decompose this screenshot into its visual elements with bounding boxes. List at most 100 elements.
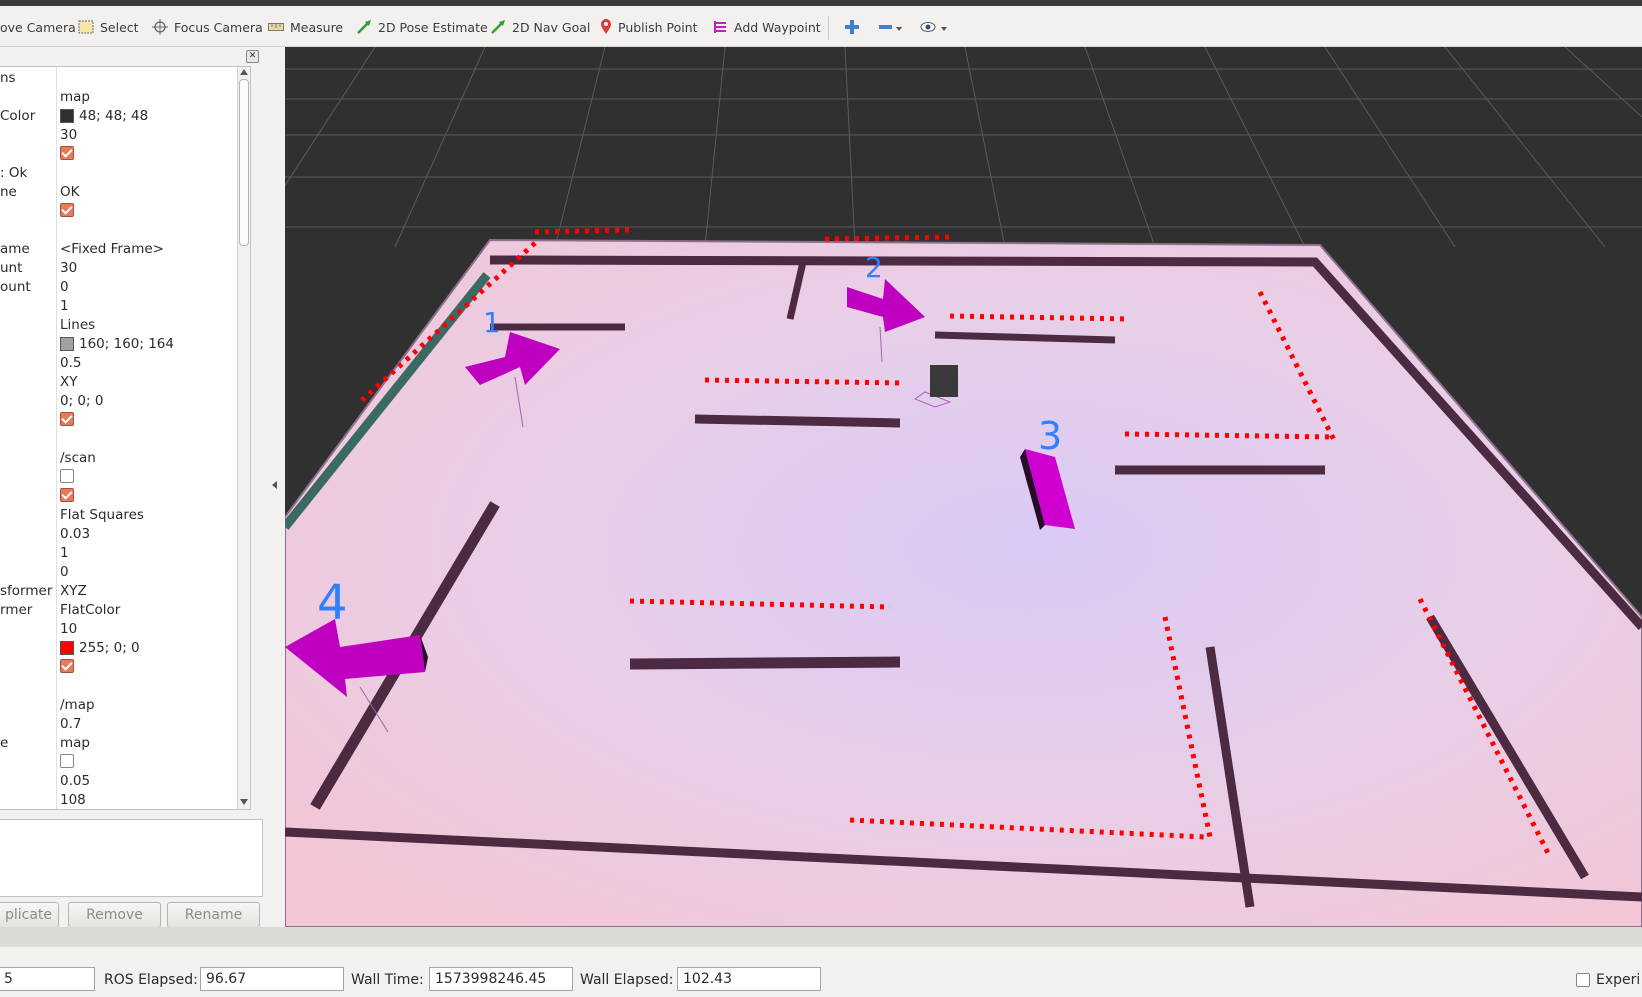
tool-select[interactable]: Select <box>78 17 139 37</box>
scroll-down-icon[interactable] <box>240 799 248 805</box>
property-row[interactable]: /map <box>0 696 250 715</box>
property-value[interactable]: 160; 160; 164 <box>60 336 174 352</box>
property-row[interactable]: Flat Squares <box>0 506 250 525</box>
add-tool-plus-icon[interactable] <box>845 20 859 34</box>
property-row[interactable]: 0 <box>0 563 250 582</box>
collapse-arrow-icon[interactable] <box>272 481 277 489</box>
property-row[interactable] <box>0 430 250 449</box>
property-value[interactable] <box>60 412 74 426</box>
property-value[interactable] <box>60 754 74 768</box>
remove-button[interactable]: Remove <box>68 902 161 928</box>
property-value[interactable]: 1 <box>60 298 69 314</box>
property-checkbox[interactable] <box>60 146 74 160</box>
property-checkbox[interactable] <box>60 469 74 483</box>
tool-publish-point[interactable]: Publish Point <box>600 17 698 37</box>
scrollbar-thumb[interactable] <box>239 79 249 246</box>
property-row[interactable]: Lines <box>0 316 250 335</box>
property-value[interactable]: 10 <box>60 621 77 637</box>
property-row[interactable]: map <box>0 88 250 107</box>
property-row[interactable]: 255; 0; 0 <box>0 639 250 658</box>
tool-add-waypoint[interactable]: Add Waypoint <box>712 17 821 37</box>
property-checkbox[interactable] <box>60 488 74 502</box>
property-row[interactable] <box>0 411 250 430</box>
ros-elapsed-field[interactable]: 96.67 <box>200 967 344 991</box>
property-row[interactable]: 160; 160; 164 <box>0 335 250 354</box>
property-value[interactable] <box>60 659 74 673</box>
scene-render[interactable]: 1 2 3 4 <box>285 47 1642 927</box>
property-value[interactable]: map <box>60 735 90 751</box>
property-value[interactable]: map <box>60 89 90 105</box>
property-row[interactable]: unt 30 <box>0 259 250 278</box>
property-row[interactable] <box>0 753 250 772</box>
wall-time-field[interactable]: 1573998246.45 <box>429 967 573 991</box>
property-row[interactable]: 0.7 <box>0 715 250 734</box>
experimental-checkbox[interactable] <box>1576 973 1590 987</box>
tool-measure[interactable]: Measure <box>268 17 343 37</box>
property-value[interactable]: 0.05 <box>60 773 90 789</box>
property-row[interactable] <box>0 677 250 696</box>
property-row[interactable]: ns <box>0 69 250 88</box>
render-viewport-3d[interactable]: 1 2 3 4 <box>285 47 1642 927</box>
property-row[interactable] <box>0 145 250 164</box>
property-row[interactable]: : Ok <box>0 164 250 183</box>
panel-close-icon[interactable]: ✕ <box>246 50 259 63</box>
property-value[interactable]: 30 <box>60 127 77 143</box>
property-row[interactable]: ame <Fixed Frame> <box>0 240 250 259</box>
property-row[interactable]: e map <box>0 734 250 753</box>
property-row[interactable]: ne OK <box>0 183 250 202</box>
property-row[interactable] <box>0 202 250 221</box>
panel-splitter[interactable] <box>263 47 285 927</box>
property-value[interactable]: /map <box>60 697 95 713</box>
scroll-up-icon[interactable] <box>240 69 248 75</box>
property-value[interactable]: FlatColor <box>60 602 120 618</box>
property-value[interactable]: 108 <box>60 792 86 808</box>
property-value[interactable]: 0 <box>60 564 69 580</box>
property-row[interactable]: 108 <box>0 791 250 809</box>
property-row[interactable]: 1 <box>0 544 250 563</box>
property-value[interactable]: 0 <box>60 279 69 295</box>
displays-tree[interactable]: ns map Color 48; 48; 48 30: Ok ne OK ame <Fixed … <box>0 66 251 810</box>
property-value[interactable]: XYZ <box>60 583 87 599</box>
property-row[interactable] <box>0 468 250 487</box>
wall-elapsed-field[interactable]: 102.43 <box>677 967 821 991</box>
duplicate-button[interactable]: plicate <box>0 902 59 928</box>
tool-move-camera[interactable]: ove Camera <box>0 17 76 37</box>
property-row[interactable] <box>0 658 250 677</box>
property-row[interactable]: 0.05 <box>0 772 250 791</box>
property-value[interactable]: OK <box>60 184 79 200</box>
ros-time-field[interactable]: 5 <box>0 967 95 991</box>
property-row[interactable]: 1 <box>0 297 250 316</box>
property-value[interactable]: 30 <box>60 260 77 276</box>
property-row[interactable]: Color 48; 48; 48 <box>0 107 250 126</box>
property-value[interactable] <box>60 203 74 217</box>
property-value[interactable]: 0; 0; 0 <box>60 393 103 409</box>
property-row[interactable]: XY <box>0 373 250 392</box>
property-value[interactable]: <Fixed Frame> <box>60 241 164 257</box>
property-value[interactable]: 0.5 <box>60 355 81 371</box>
property-value[interactable]: 0.7 <box>60 716 81 732</box>
property-row[interactable]: 0; 0; 0 <box>0 392 250 411</box>
property-row[interactable]: 10 <box>0 620 250 639</box>
tool-focus-camera[interactable]: Focus Camera <box>152 17 263 37</box>
property-value[interactable]: XY <box>60 374 78 390</box>
property-row[interactable]: ount 0 <box>0 278 250 297</box>
property-row[interactable]: 0.5 <box>0 354 250 373</box>
property-row[interactable]: rmer FlatColor <box>0 601 250 620</box>
property-checkbox[interactable] <box>60 412 74 426</box>
tool-properties-eye-icon[interactable] <box>920 20 950 34</box>
property-value[interactable]: 48; 48; 48 <box>60 108 148 124</box>
property-row[interactable]: 0.03 <box>0 525 250 544</box>
property-value[interactable]: /scan <box>60 450 96 466</box>
property-row[interactable]: /scan <box>0 449 250 468</box>
property-value[interactable]: Flat Squares <box>60 507 144 523</box>
property-checkbox[interactable] <box>60 754 74 768</box>
property-row[interactable] <box>0 221 250 240</box>
property-checkbox[interactable] <box>60 659 74 673</box>
rename-button[interactable]: Rename <box>167 902 260 928</box>
property-value[interactable]: 255; 0; 0 <box>60 640 140 656</box>
property-value[interactable]: 1 <box>60 545 69 561</box>
property-value[interactable]: Lines <box>60 317 95 333</box>
property-row[interactable] <box>0 487 250 506</box>
property-value[interactable] <box>60 146 74 160</box>
property-value[interactable] <box>60 488 74 502</box>
